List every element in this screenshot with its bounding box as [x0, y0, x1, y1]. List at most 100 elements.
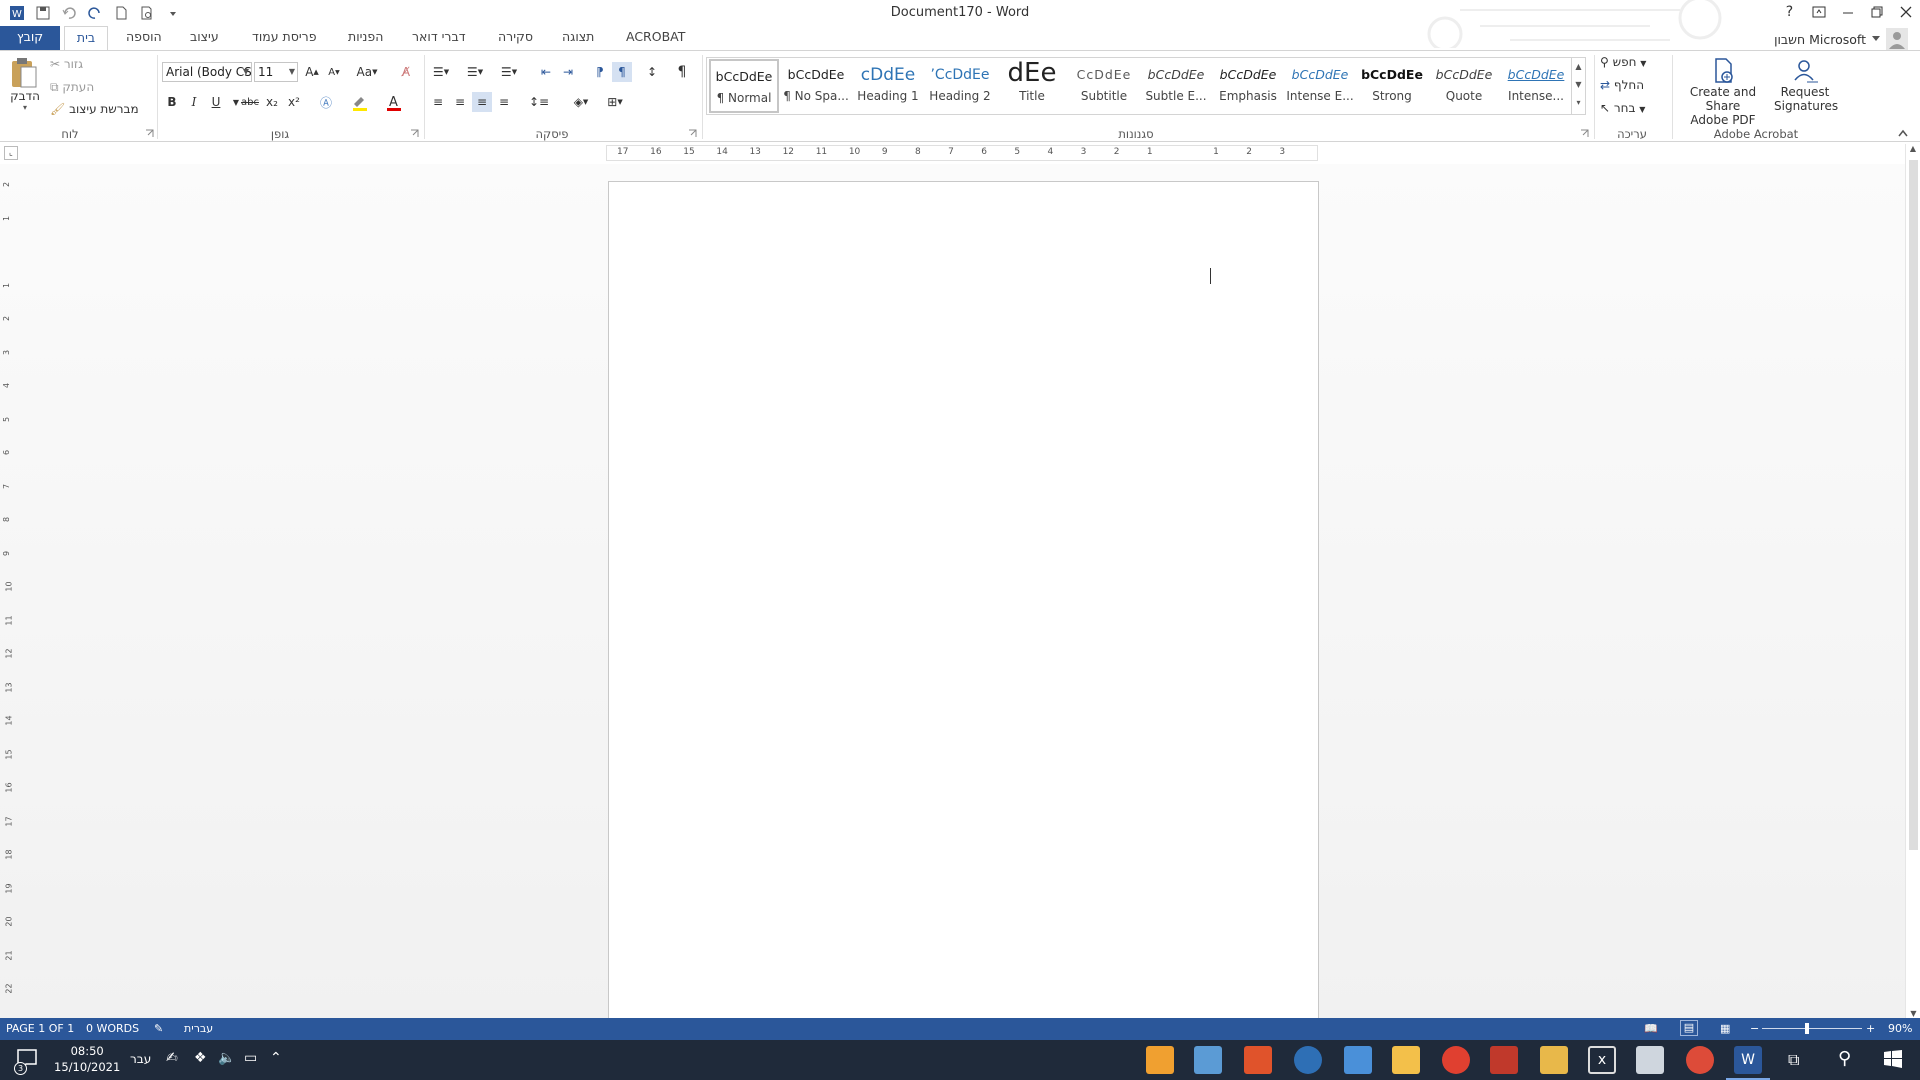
cut-button[interactable]: ✂ גזור	[50, 57, 83, 71]
collapse-ribbon-icon[interactable]	[1898, 129, 1908, 137]
app-icon-1[interactable]	[1146, 1046, 1174, 1074]
clock[interactable]: 08:50 15/10/2021	[54, 1043, 120, 1075]
word-taskbar-icon[interactable]: W	[1726, 1046, 1770, 1080]
scroll-down-icon[interactable]: ▼	[1906, 1009, 1920, 1018]
style-quote[interactable]: bCcDdEe Quote	[1429, 59, 1499, 113]
tab-insert[interactable]: הוספה	[118, 26, 170, 50]
dropbox-icon[interactable]: ❖	[194, 1050, 207, 1066]
anydesk-icon[interactable]	[1244, 1046, 1272, 1074]
shrink-font-icon[interactable]: A ▼	[324, 62, 344, 82]
close-icon[interactable]	[1891, 0, 1920, 24]
proofing-icon[interactable]: ✎	[154, 1022, 163, 1035]
document-page[interactable]	[608, 181, 1319, 1021]
word-count[interactable]: 0 WORDS	[86, 1022, 139, 1035]
font-name-select[interactable]: Arial (Body CS ▼	[162, 62, 252, 82]
language-indicator[interactable]: עברית	[184, 1022, 213, 1035]
tab-mailings[interactable]: דברי דואר	[404, 26, 474, 50]
tab-page-layout[interactable]: פריסת עמוד	[244, 26, 325, 50]
superscript-button[interactable]: x²	[284, 92, 304, 112]
tab-view[interactable]: תצוגה	[554, 26, 602, 50]
justify-icon[interactable]: ≡	[494, 92, 514, 112]
sort-icon[interactable]: ↕	[642, 62, 662, 82]
style-subtle-emphasis[interactable]: bCcDdEe Subtle E...	[1141, 59, 1211, 113]
page-count[interactable]: PAGE 1 OF 1	[6, 1022, 74, 1035]
style-heading-2[interactable]: ’CcDdEe Heading 2	[925, 59, 995, 113]
align-right-icon[interactable]: ≡	[472, 92, 492, 112]
request-signatures-button[interactable]: Request Signatures	[1774, 57, 1838, 113]
align-center-icon[interactable]: ≡	[450, 92, 470, 112]
styles-launcher-icon[interactable]	[1580, 129, 1589, 138]
copy-button[interactable]: ⧉ העתק	[50, 80, 94, 95]
tab-review[interactable]: סקירה	[490, 26, 541, 50]
font-color-icon[interactable]: A	[384, 92, 404, 112]
style-intense-quote[interactable]: bCcDdEe Intense...	[1501, 59, 1571, 113]
vertical-ruler[interactable]: 2 1 1 2 3 4 5 6 7 8 9 10 11 12 13 14 15 16 17 18 19 20 21 22	[2, 180, 18, 1018]
zoom-out-icon[interactable]: −	[1750, 1022, 1759, 1035]
read-mode-icon[interactable]: 📖	[1644, 1022, 1658, 1035]
tab-design[interactable]: עיצוב	[182, 26, 227, 50]
paragraph-launcher-icon[interactable]	[688, 129, 697, 138]
rtl-direction-icon[interactable]: ¶	[612, 62, 632, 82]
style-heading-1[interactable]: cDdEe Heading 1	[853, 59, 923, 113]
clear-formatting-icon[interactable]: A̸	[396, 62, 416, 82]
restore-icon[interactable]	[1862, 0, 1891, 24]
italic-button[interactable]: I	[184, 92, 204, 112]
zoom-slider-thumb[interactable]	[1805, 1023, 1809, 1034]
app-icon-4[interactable]	[1540, 1046, 1568, 1074]
file-explorer-icon[interactable]	[1392, 1046, 1420, 1074]
account-menu[interactable]: חשבון Microsoft	[1774, 28, 1908, 50]
pen-icon[interactable]: ✍	[166, 1050, 178, 1066]
style-normal[interactable]: bCcDdEe ¶ Normal	[709, 59, 779, 113]
multilevel-list-icon[interactable]: ☰ ▼	[496, 62, 522, 82]
text-effects-icon[interactable]: Ⓐ	[316, 92, 336, 112]
bold-button[interactable]: B	[162, 92, 182, 112]
style-title[interactable]: dEe Title	[997, 59, 1067, 113]
style-no-spacing[interactable]: bCcDdEe ¶ No Spa...	[781, 59, 851, 113]
select-button[interactable]: ↖ בחר ▼	[1600, 101, 1645, 115]
decrease-indent-icon[interactable]: ⇤	[536, 62, 556, 82]
paste-button[interactable]: הדבק ▾	[8, 57, 42, 117]
strikethrough-button[interactable]: abc	[240, 92, 260, 112]
web-layout-icon[interactable]: ▦	[1720, 1022, 1730, 1035]
task-view-icon[interactable]: ⧉	[1788, 1050, 1799, 1070]
input-language[interactable]: עבר	[130, 1052, 151, 1066]
style-intense-emphasis[interactable]: bCcDdEe Intense E...	[1285, 59, 1355, 113]
search-app-icon[interactable]	[1442, 1046, 1470, 1074]
change-case-button[interactable]: Aa ▼	[352, 62, 382, 82]
app-icon-3[interactable]	[1490, 1046, 1518, 1074]
tab-selector-icon[interactable]: ⌞	[4, 146, 18, 160]
underline-button[interactable]: U	[206, 92, 226, 112]
search-icon[interactable]: ⚲	[1838, 1048, 1851, 1069]
bullets-icon[interactable]: ☰ ▼	[428, 62, 454, 82]
format-painter-button[interactable]: 🖌 מברשת עיצוב	[50, 102, 139, 116]
shading-icon[interactable]: ◈ ▼	[568, 92, 594, 112]
volume-icon[interactable]: 🔈	[218, 1050, 235, 1066]
zoom-in-icon[interactable]: +	[1866, 1022, 1875, 1035]
style-strong[interactable]: bCcDdEe Strong	[1357, 59, 1427, 113]
app-icon-2[interactable]	[1194, 1046, 1222, 1074]
windows-start-icon[interactable]	[1884, 1050, 1902, 1068]
chevron-down-icon[interactable]: ▼	[1572, 76, 1585, 94]
scroll-thumb[interactable]	[1909, 160, 1918, 850]
tab-file[interactable]: קובץ	[0, 26, 60, 50]
calculator-icon[interactable]	[1636, 1046, 1664, 1074]
ltr-direction-icon[interactable]: ⁋	[590, 62, 610, 82]
help-button[interactable]: ?	[1775, 0, 1804, 24]
styles-scroll[interactable]: ▲ ▼ ▾	[1571, 58, 1585, 114]
replace-button[interactable]: ⇄ החלף	[1600, 78, 1644, 92]
action-center-icon[interactable]: 3	[14, 1046, 40, 1075]
clock-app-icon[interactable]	[1294, 1046, 1322, 1074]
align-left-icon[interactable]: ≡	[428, 92, 448, 112]
more-styles-icon[interactable]: ▾	[1572, 94, 1585, 112]
remote-desktop-icon[interactable]	[1344, 1046, 1372, 1074]
chrome-icon[interactable]	[1686, 1046, 1714, 1074]
show-hidden-icons-icon[interactable]: ⌃	[270, 1050, 282, 1066]
highlight-icon[interactable]	[350, 92, 370, 112]
vertical-scrollbar[interactable]: ▲ ▼	[1905, 144, 1920, 1018]
style-subtitle[interactable]: CcDdEe Subtitle	[1069, 59, 1139, 113]
zoom-slider[interactable]	[1762, 1023, 1862, 1034]
ribbon-display-options-icon[interactable]	[1804, 0, 1833, 24]
chevron-up-icon[interactable]: ▲	[1572, 58, 1585, 76]
zoom-level[interactable]: 90%	[1888, 1022, 1912, 1035]
borders-icon[interactable]: ⊞ ▼	[602, 92, 628, 112]
